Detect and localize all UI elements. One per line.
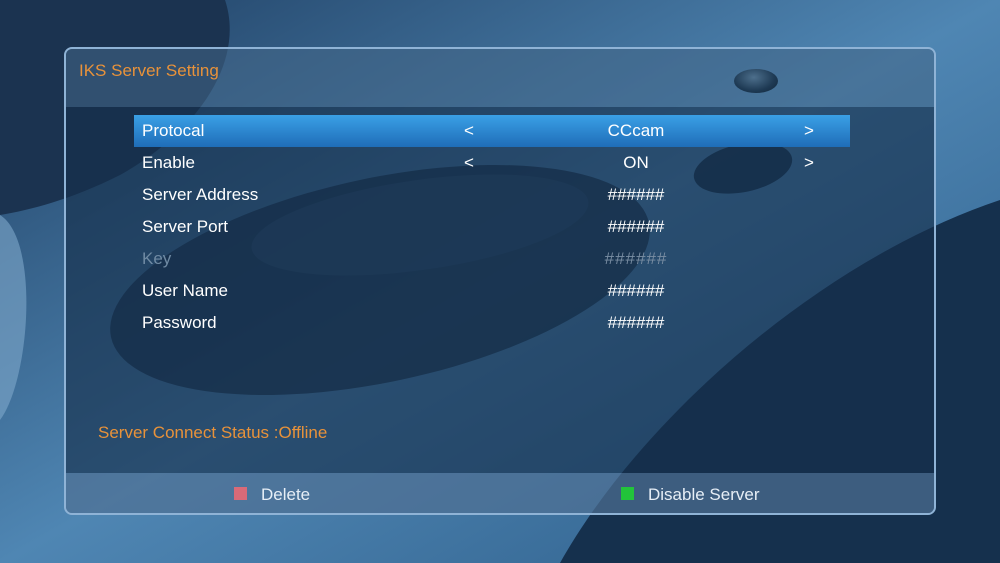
setting-row-server-address[interactable]: Server Address ###### bbox=[134, 179, 850, 211]
chevron-left-icon[interactable]: < bbox=[464, 147, 474, 179]
setting-row-server-port[interactable]: Server Port ###### bbox=[134, 211, 850, 243]
settings-list: Protocal < CCcam > Enable < ON > Server … bbox=[134, 115, 850, 339]
footer-hints: Delete Disable Server bbox=[66, 473, 934, 513]
setting-label: Server Address bbox=[142, 185, 259, 204]
chevron-left-icon[interactable]: < bbox=[464, 115, 474, 147]
setting-label: Server Port bbox=[142, 217, 228, 236]
ornament-icon bbox=[734, 69, 778, 93]
setting-row-user-name[interactable]: User Name ###### bbox=[134, 275, 850, 307]
setting-row-password[interactable]: Password ###### bbox=[134, 307, 850, 339]
delete-hint[interactable]: Delete bbox=[234, 473, 311, 513]
connection-status: Server Connect Status :Offline bbox=[98, 423, 328, 442]
page-title: IKS Server Setting bbox=[79, 61, 219, 80]
settings-content: Protocal < CCcam > Enable < ON > Server … bbox=[66, 107, 934, 473]
setting-value: ###### bbox=[607, 313, 665, 332]
setting-row-protocol[interactable]: Protocal < CCcam > bbox=[134, 115, 850, 147]
setting-label: Protocal bbox=[142, 121, 205, 140]
title-bar: IKS Server Setting bbox=[66, 49, 934, 107]
setting-row-key: Key ###### bbox=[134, 243, 850, 275]
setting-label: Key bbox=[142, 249, 172, 268]
green-key-icon bbox=[621, 487, 634, 501]
red-key-icon bbox=[234, 487, 247, 501]
disable-server-label: Disable Server bbox=[648, 485, 760, 504]
disable-server-hint[interactable]: Disable Server bbox=[621, 473, 760, 513]
setting-value: ###### bbox=[607, 185, 665, 204]
setting-value: ###### bbox=[607, 217, 665, 236]
chevron-right-icon[interactable]: > bbox=[804, 115, 814, 147]
delete-label: Delete bbox=[261, 485, 311, 504]
setting-label: User Name bbox=[142, 281, 228, 300]
setting-label: Password bbox=[142, 313, 217, 332]
setting-row-enable[interactable]: Enable < ON > bbox=[134, 147, 850, 179]
setting-label: Enable bbox=[142, 153, 195, 172]
setting-value: ###### bbox=[607, 281, 665, 300]
setting-value: ON bbox=[623, 153, 649, 172]
setting-value: ###### bbox=[604, 249, 668, 268]
chevron-right-icon[interactable]: > bbox=[804, 147, 814, 179]
settings-dialog: IKS Server Setting Protocal < CCcam > En… bbox=[64, 47, 936, 515]
setting-value: CCcam bbox=[607, 121, 665, 140]
